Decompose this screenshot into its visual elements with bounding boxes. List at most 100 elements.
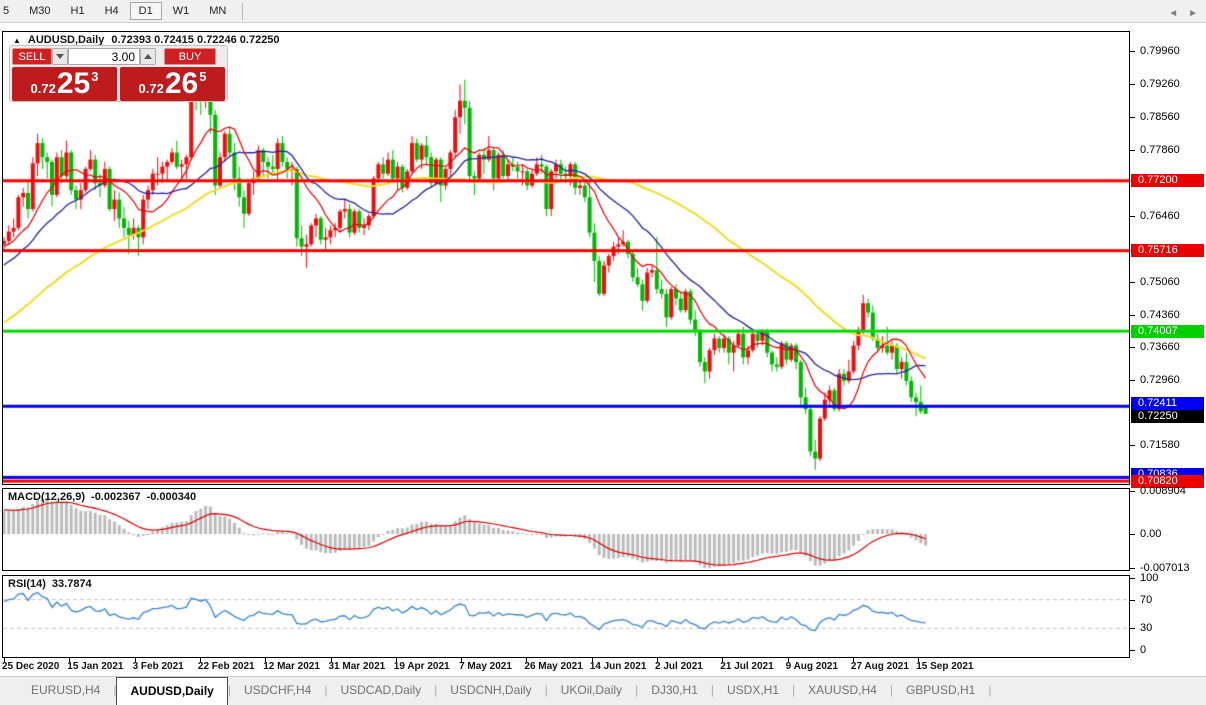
tab-usdcnh-daily[interactable]: USDCNH,Daily (437, 677, 544, 705)
price-tick-mark (1130, 150, 1135, 151)
price-tick-label: 0.74360 (1140, 309, 1180, 321)
time-axis-label: 7 May 2021 (459, 661, 512, 672)
rsi-tick-label: 30 (1140, 622, 1152, 634)
tab-gbpusd-h1[interactable]: GBPUSD,H1 (893, 677, 988, 705)
triangle-up-icon (144, 54, 152, 59)
price-tick-label: 0.72960 (1140, 374, 1180, 386)
buy-price-big: 26 (165, 69, 198, 99)
price-tick-mark (1130, 445, 1135, 446)
price-tick-label: 0.78560 (1140, 111, 1180, 123)
volume-input[interactable] (68, 48, 140, 65)
rsi-tick-mark (1130, 600, 1135, 601)
trade-panel-controls: SELL BUY (12, 48, 225, 65)
sell-price-pip: 3 (91, 70, 98, 83)
tab-ukoil-daily[interactable]: UKOil,Daily (548, 677, 635, 705)
timeframe-toolbar: 5M30H1H4D1W1MN (0, 0, 1206, 23)
macd-tick-label: 0.008904 (1140, 485, 1186, 497)
rsi-value: 33.7874 (52, 578, 92, 590)
one-click-trading-panel: SELL BUY 0.72253 0.72265 (9, 45, 228, 102)
trade-panel-prices: 0.72253 0.72265 (12, 67, 225, 101)
toolbar-separator (242, 3, 243, 20)
time-axis-label: 2 Jul 2021 (655, 661, 703, 672)
timeframe-button-w1[interactable]: W1 (164, 2, 199, 20)
rsi-tick-label: 100 (1140, 572, 1158, 584)
rsi-name-label: RSI(14) (8, 578, 46, 590)
chart-tabbar: EURUSD,H4|AUDUSD,Daily|USDCHF,H4|USDCAD,… (0, 676, 1206, 705)
price-tick-label: 0.73660 (1140, 341, 1180, 353)
price-tick-mark (1130, 51, 1135, 52)
rsi-tick-label: 0 (1140, 644, 1146, 656)
tab-scroll-right-button[interactable]: ► (1188, 8, 1198, 19)
time-axis-label: 26 May 2021 (524, 661, 582, 672)
volume-decrease-button[interactable] (52, 48, 68, 65)
time-axis-label: 31 Mar 2021 (329, 661, 386, 672)
price-badge-0.72250: 0.72250 (1131, 410, 1204, 423)
rsi-title: RSI(14) 33.7874 (8, 578, 92, 590)
price-tick-label: 0.76460 (1140, 210, 1180, 222)
price-badge-0.75716: 0.75716 (1131, 244, 1204, 257)
volume-increase-button[interactable] (140, 48, 156, 65)
buy-price-pip: 5 (199, 70, 206, 83)
price-tick-mark (1130, 117, 1135, 118)
time-axis-label: 15 Jan 2021 (67, 661, 123, 672)
time-axis-label: 25 Dec 2020 (2, 661, 59, 672)
price-tick-mark (1130, 347, 1135, 348)
rsi-indicator-pane: RSI(14) 33.7874 (2, 575, 1130, 658)
price-tick-label: 0.79960 (1140, 45, 1180, 57)
time-axis-label: 19 Apr 2021 (394, 661, 450, 672)
tab-usdcad-daily[interactable]: USDCAD,Daily (327, 677, 434, 705)
macd-tick-mark (1130, 534, 1135, 535)
price-tick-label: 0.79260 (1140, 78, 1180, 90)
tab-separator: | (988, 677, 991, 705)
price-tick-label: 0.77860 (1140, 144, 1180, 156)
rsi-tick-mark (1130, 650, 1135, 651)
price-badge-0.77200: 0.77200 (1131, 174, 1204, 187)
time-axis-label: 3 Feb 2021 (133, 661, 184, 672)
price-tick-label: 0.71580 (1140, 439, 1180, 451)
time-axis-label: 15 Sep 2021 (916, 661, 973, 672)
rsi-tick-label: 70 (1140, 594, 1152, 606)
sell-price-big: 25 (57, 69, 90, 99)
sell-button[interactable]: SELL (12, 48, 52, 65)
timeframe-button-h4[interactable]: H4 (96, 2, 128, 20)
timeframe-button-m30[interactable]: M30 (20, 2, 59, 20)
timeframe-button-d1[interactable]: D1 (130, 2, 162, 20)
tab-eurusd-h4[interactable]: EURUSD,H4 (18, 677, 113, 705)
price-tick-mark (1130, 315, 1135, 316)
macd-tick-mark (1130, 568, 1135, 569)
timeframe-button-mn[interactable]: MN (200, 2, 235, 20)
tab-scroll-left-button[interactable]: ◄ (1168, 8, 1178, 19)
price-tick-mark (1130, 216, 1135, 217)
time-axis-label: 14 Jun 2021 (590, 661, 647, 672)
rsi-tick-mark (1130, 628, 1135, 629)
time-axis-label: 21 Jul 2021 (720, 661, 773, 672)
price-tick-mark (1130, 282, 1135, 283)
main-chart-pane: ▲ AUDUSD,Daily 0.72393 0.72415 0.72246 0… (2, 31, 1130, 485)
triangle-down-icon (56, 54, 64, 59)
macd-tick-mark (1130, 491, 1135, 492)
rsi-tick-mark (1130, 578, 1135, 579)
macd-name-label: MACD(12,26,9) (8, 491, 85, 503)
tab-usdx-h1[interactable]: USDX,H1 (714, 677, 792, 705)
tab-xauusd-h4[interactable]: XAUUSD,H4 (795, 677, 890, 705)
time-axis-label: 27 Aug 2021 (851, 661, 909, 672)
timeframe-button-5[interactable]: 5 (1, 2, 18, 20)
symbol-marker-icon: ▲ (13, 36, 21, 45)
rsi-canvas[interactable] (3, 576, 1129, 657)
timeframe-button-h1[interactable]: H1 (62, 2, 94, 20)
time-axis-label: 12 Mar 2021 (263, 661, 320, 672)
tab-usdchf-h4[interactable]: USDCHF,H4 (231, 677, 324, 705)
time-axis-label: 22 Feb 2021 (198, 661, 255, 672)
buy-button[interactable]: BUY (164, 48, 216, 65)
buy-price-box[interactable]: 0.72265 (120, 67, 225, 101)
price-tick-mark (1130, 84, 1135, 85)
sell-price-box[interactable]: 0.72253 (12, 67, 117, 101)
price-badge-0.72411: 0.72411 (1131, 397, 1204, 410)
sell-price-base: 0.72 (31, 82, 56, 95)
macd-signal-value: -0.000340 (147, 491, 197, 503)
price-tick-mark (1130, 380, 1135, 381)
tab-dj30-h1[interactable]: DJ30,H1 (638, 677, 711, 705)
price-badge-0.74007: 0.74007 (1131, 325, 1204, 338)
tab-audusd-daily[interactable]: AUDUSD,Daily (116, 677, 227, 705)
macd-indicator-pane: MACD(12,26,9) -0.002367 -0.000340 (2, 488, 1130, 571)
